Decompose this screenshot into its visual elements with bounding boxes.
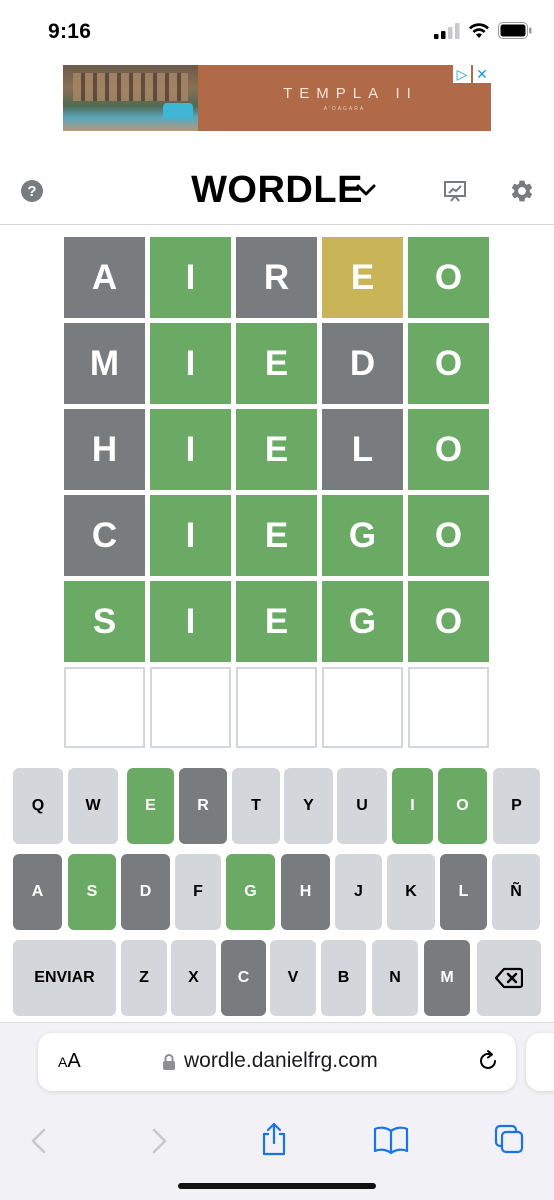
close-icon[interactable]: ✕ <box>473 65 491 83</box>
game-board: AIREOMIEDOHIELOCIEGOSIEGO <box>64 237 490 749</box>
key-y[interactable]: Y <box>284 768 333 844</box>
board-tile: O <box>408 323 489 404</box>
key-n[interactable]: N <box>372 940 418 1016</box>
tabs-icon[interactable] <box>493 1123 525 1155</box>
status-icons <box>434 22 532 39</box>
aa-small: A <box>58 1054 68 1070</box>
ad-brand: TEMPLA II A'DAGARA <box>198 65 491 131</box>
board-tile: I <box>150 495 231 576</box>
board-tile <box>150 667 231 748</box>
key-t[interactable]: T <box>232 768 280 844</box>
key-j[interactable]: J <box>335 854 382 930</box>
bookmarks-icon[interactable] <box>373 1125 409 1155</box>
backspace-key[interactable] <box>477 940 541 1016</box>
key-h[interactable]: H <box>281 854 330 930</box>
board-tile: I <box>150 237 231 318</box>
key-x[interactable]: X <box>171 940 216 1016</box>
key-c[interactable]: C <box>221 940 266 1016</box>
board-tile: R <box>236 237 317 318</box>
key-q[interactable]: Q <box>13 768 63 844</box>
board-tile: E <box>236 495 317 576</box>
key-i[interactable]: I <box>392 768 433 844</box>
board-tile <box>408 667 489 748</box>
key-u[interactable]: U <box>337 768 387 844</box>
key-z[interactable]: Z <box>121 940 167 1016</box>
ad-controls: ▷ ✕ <box>453 65 491 83</box>
board-tile: C <box>64 495 145 576</box>
wifi-icon <box>469 22 489 38</box>
board-tile: L <box>322 409 403 490</box>
back-icon[interactable] <box>28 1127 50 1155</box>
board-tile: S <box>64 581 145 662</box>
key-r[interactable]: R <box>179 768 227 844</box>
key-o[interactable]: O <box>438 768 487 844</box>
status-bar: 9:16 <box>0 0 554 64</box>
address-bar[interactable]: AA wordle.danielfrg.com <box>38 1033 516 1091</box>
board-tile: E <box>322 237 403 318</box>
key-g[interactable]: G <box>226 854 275 930</box>
board-tile: G <box>322 581 403 662</box>
board-tile <box>64 667 145 748</box>
board-tile: D <box>322 323 403 404</box>
key-k[interactable]: K <box>387 854 435 930</box>
board-tile: A <box>64 237 145 318</box>
enter-key[interactable]: ENVIAR <box>13 940 116 1016</box>
next-tab-preview[interactable] <box>526 1033 554 1091</box>
chevron-down-icon[interactable] <box>356 183 376 197</box>
home-indicator <box>178 1183 376 1189</box>
page-title-wrap: WORDLE <box>0 169 554 212</box>
reload-icon[interactable] <box>476 1049 500 1073</box>
board-tile: E <box>236 581 317 662</box>
key-s[interactable]: S <box>68 854 116 930</box>
signal-icon <box>434 22 460 39</box>
board-tile <box>236 667 317 748</box>
board-tile <box>322 667 403 748</box>
forward-icon[interactable] <box>148 1127 170 1155</box>
key-m[interactable]: M <box>424 940 470 1016</box>
status-time: 9:16 <box>48 20 92 43</box>
board-tile: I <box>150 323 231 404</box>
aa-big: A <box>67 1050 81 1072</box>
key-f[interactable]: F <box>175 854 221 930</box>
board-tile: E <box>236 323 317 404</box>
ad-banner[interactable]: TEMPLA II A'DAGARA ▷ ✕ <box>63 65 491 131</box>
adchoices-icon[interactable]: ▷ <box>453 65 471 83</box>
key-l[interactable]: L <box>440 854 487 930</box>
gear-icon[interactable] <box>509 178 535 204</box>
page-title: WORDLE <box>191 169 363 211</box>
key-ñ[interactable]: Ñ <box>492 854 540 930</box>
key-p[interactable]: P <box>493 768 540 844</box>
board-tile: M <box>64 323 145 404</box>
board-tile: I <box>150 581 231 662</box>
board-tile: O <box>408 581 489 662</box>
reader-button[interactable]: AA <box>58 1050 81 1073</box>
lock-icon <box>163 1054 175 1070</box>
key-a[interactable]: A <box>13 854 62 930</box>
backspace-icon <box>495 967 523 989</box>
board-tile: H <box>64 409 145 490</box>
board-tile: I <box>150 409 231 490</box>
key-v[interactable]: V <box>270 940 316 1016</box>
battery-icon <box>498 22 532 39</box>
board-tile: O <box>408 409 489 490</box>
key-e[interactable]: E <box>127 768 174 844</box>
board-tile: O <box>408 237 489 318</box>
share-icon[interactable] <box>259 1121 289 1157</box>
key-d[interactable]: D <box>121 854 170 930</box>
board-tile: E <box>236 409 317 490</box>
ad-brand-name: TEMPLA II <box>283 84 418 102</box>
board-tile: O <box>408 495 489 576</box>
url-text[interactable]: wordle.danielfrg.com <box>184 1049 378 1073</box>
board-tile: G <box>322 495 403 576</box>
key-b[interactable]: B <box>321 940 366 1016</box>
app-header: ? WORDLE <box>0 155 554 225</box>
stats-icon[interactable] <box>443 179 467 203</box>
key-w[interactable]: W <box>68 768 118 844</box>
ad-photo <box>63 65 198 131</box>
ad-brand-subtitle: A'DAGARA <box>323 105 366 112</box>
browser-toolbar: AA wordle.danielfrg.com <box>0 1022 554 1200</box>
